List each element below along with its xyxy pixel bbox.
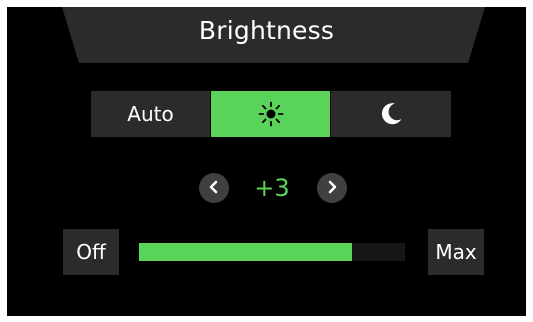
brightness-value-row: +3 (7, 170, 526, 206)
sun-icon (258, 101, 284, 127)
page-title: Brightness (198, 16, 335, 45)
decrease-button[interactable] (199, 173, 229, 203)
brightness-mode-selector: Auto (91, 91, 453, 137)
max-button[interactable]: Max (428, 229, 484, 275)
chevron-right-icon (325, 179, 339, 198)
chevron-left-icon (207, 179, 221, 198)
max-label: Max (435, 240, 477, 264)
off-label: Off (76, 240, 106, 264)
mode-night-button[interactable] (331, 91, 451, 137)
moon-icon (378, 101, 404, 127)
increase-button[interactable] (317, 173, 347, 203)
mode-day-button[interactable] (211, 91, 331, 137)
brightness-slider-row: Off Max (7, 229, 526, 279)
mode-auto-label: Auto (127, 102, 174, 126)
off-button[interactable]: Off (63, 229, 119, 275)
brightness-screen: Brightness Auto +3 Off Max (7, 7, 526, 316)
mode-auto-button[interactable]: Auto (91, 91, 211, 137)
brightness-value: +3 (254, 174, 290, 202)
slider-fill (139, 243, 352, 261)
brightness-slider[interactable] (139, 243, 405, 261)
